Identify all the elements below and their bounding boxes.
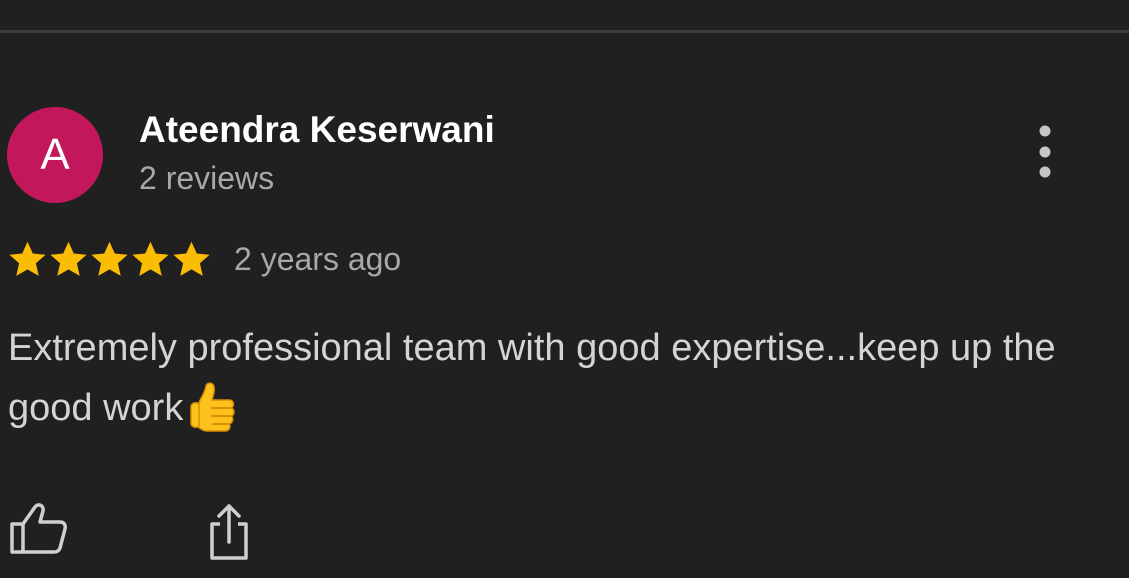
avatar[interactable]: A — [7, 107, 103, 203]
star-icon — [50, 241, 87, 276]
thumbs-up-emoji — [190, 382, 236, 432]
review-text: Extremely professional team with good ex… — [8, 327, 1056, 429]
share-icon — [210, 504, 248, 560]
star-icon — [9, 241, 46, 276]
rating-row: 2 years ago — [7, 236, 401, 282]
top-divider — [0, 30, 1129, 33]
thumbs-up-outline-icon — [10, 503, 67, 554]
star-icon — [132, 241, 169, 276]
review-date: 2 years ago — [234, 241, 402, 277]
share-button[interactable] — [202, 502, 256, 562]
like-button[interactable] — [8, 500, 68, 558]
star-rating — [7, 239, 212, 280]
reviewer-name[interactable]: Ateendra Keserwani — [139, 108, 495, 152]
review-count: 2 reviews — [139, 160, 275, 196]
more-options-button[interactable] — [1022, 122, 1068, 184]
star-icon — [173, 241, 210, 276]
star-icon — [91, 241, 128, 276]
more-vert-icon — [1039, 125, 1051, 178]
review-text-block: Extremely professional team with good ex… — [8, 318, 1088, 438]
review-card: A Ateendra Keserwani 2 reviews 2 years a… — [0, 0, 1129, 578]
